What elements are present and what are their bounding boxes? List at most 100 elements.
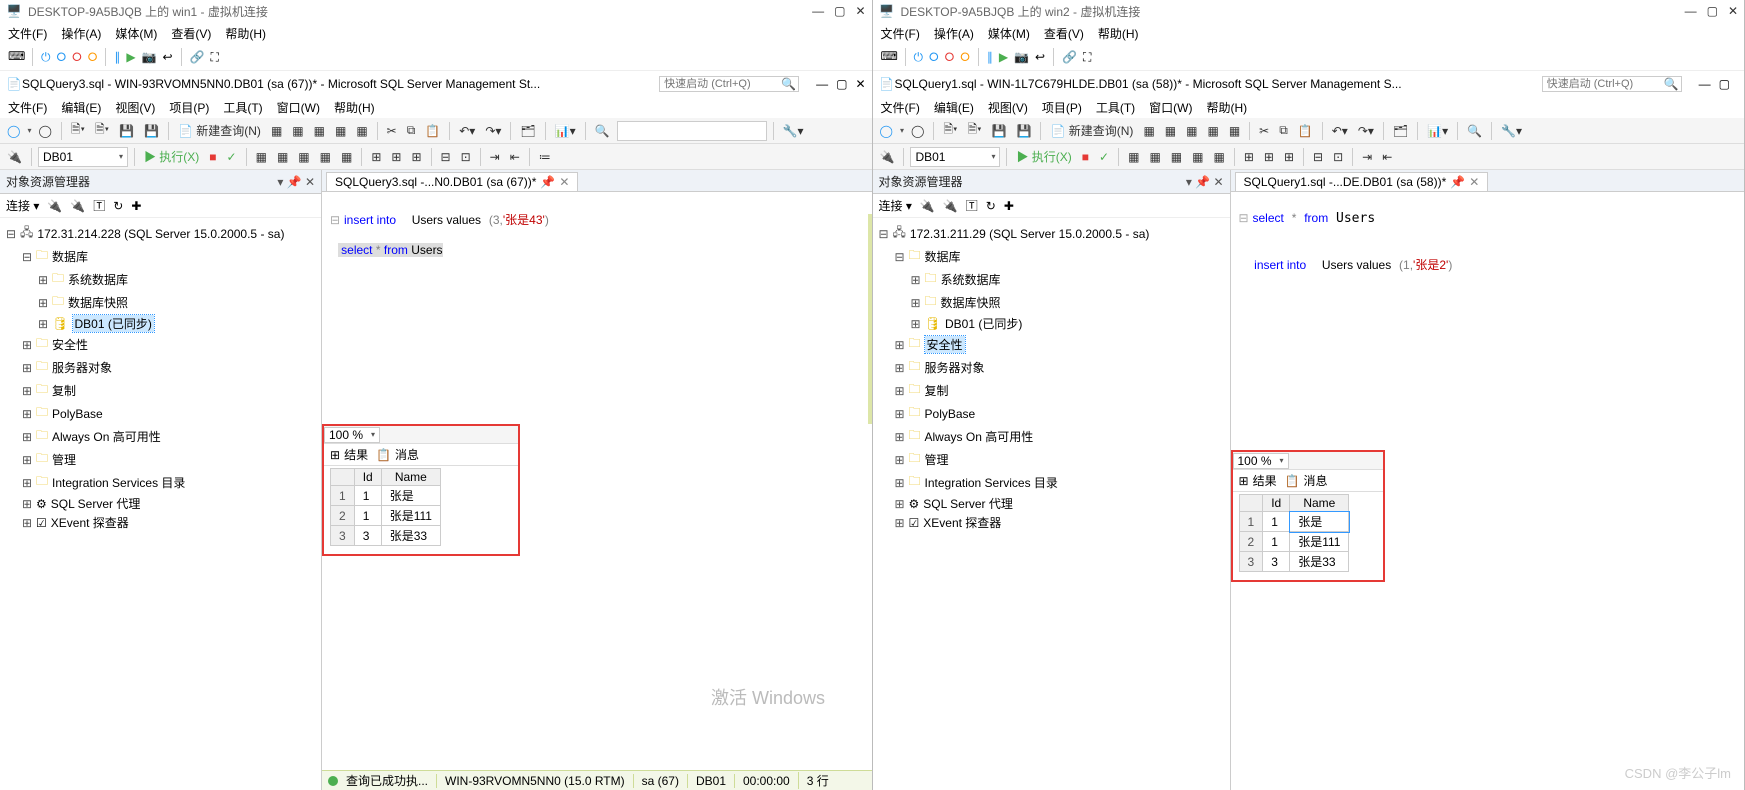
results-tab[interactable]: ⊞结果 (330, 446, 368, 463)
ssms-min-icon[interactable]: — (816, 77, 828, 91)
parse-icon[interactable]: ✓ (224, 150, 240, 164)
activity-icon[interactable]: 📊▾ (1424, 124, 1451, 138)
search-icon[interactable]: 🔍 (1664, 77, 1679, 91)
undo-icon[interactable]: ↶▾ (1329, 124, 1351, 138)
maximize-icon[interactable]: ▢ (1707, 4, 1718, 18)
menu-project[interactable]: 项目(P) (169, 99, 209, 116)
plan-icon[interactable]: ▦ (1125, 150, 1142, 164)
sql-editor[interactable]: ⊟select * from Users insert into Users v… (1231, 192, 1745, 450)
new-query-button[interactable]: 📄 新建查询(N) (1047, 122, 1136, 139)
redo-icon[interactable]: ↷▾ (1355, 124, 1377, 138)
include-plan-icon[interactable]: ▦ (317, 150, 334, 164)
tb-disconnect-icon[interactable]: 🔌 (70, 199, 85, 213)
tb-stop-icon[interactable]: 🅃 (93, 197, 105, 214)
minimize-icon[interactable]: — (812, 4, 824, 18)
databases-node[interactable]: ⊟🗀数据库 (2, 245, 319, 268)
outdent-icon[interactable]: ⇤ (507, 150, 523, 164)
save-all-icon[interactable]: 💾 (989, 124, 1010, 138)
undo-icon[interactable]: ↶▾ (456, 124, 478, 138)
tb-connect-icon[interactable]: 🔌 (47, 199, 62, 213)
back-icon[interactable]: ◯ (877, 124, 896, 138)
quick-launch-input[interactable] (659, 76, 799, 92)
solution-icon[interactable]: 🗂 (517, 124, 538, 138)
pin-icon[interactable]: ▾ 📌 ✕ (277, 175, 315, 189)
databases-node[interactable]: ⊟🗀数据库 (875, 245, 1228, 268)
connect-icon[interactable]: 🔌 (877, 150, 898, 164)
uncomment-icon[interactable]: ⊡ (458, 150, 474, 164)
ssms-min-icon[interactable]: — (1699, 77, 1711, 91)
results-grid[interactable]: IdName 11张是 21张是111 33张是33 (330, 468, 441, 546)
minimize-icon[interactable]: — (1685, 4, 1697, 18)
ssis-node[interactable]: ⊞🗀Integration Services 目录 (2, 471, 319, 494)
engine-query-icon[interactable]: ▦ (1140, 124, 1157, 138)
pause-icon[interactable]: ∥ (987, 50, 993, 64)
tb-disconnect-icon[interactable]: 🔌 (943, 199, 958, 213)
activity-icon[interactable]: 📊▾ (552, 124, 579, 138)
connect-dropdown[interactable]: 连接 ▾ (6, 197, 39, 214)
new-proj-icon[interactable]: 🗎▾ (940, 120, 960, 141)
server-node[interactable]: ⊟🖧172.31.214.228 (SQL Server 15.0.2000.5… (2, 222, 319, 245)
cut-icon[interactable]: ✂ (384, 124, 400, 138)
pause-icon[interactable]: ∥ (114, 50, 120, 64)
comment-icon[interactable]: ⊟ (1310, 150, 1326, 164)
quick-launch-input[interactable] (1542, 76, 1682, 92)
db01-node[interactable]: ⊞🛢DB01 (已同步) (2, 314, 319, 333)
menu-edit[interactable]: 编辑(E) (934, 99, 974, 116)
mdx-icon[interactable]: ▦ (311, 124, 328, 138)
vm-menu-view[interactable]: 查看(V) (171, 25, 211, 42)
menu-edit[interactable]: 编辑(E) (61, 99, 101, 116)
open-icon[interactable]: 🗎▾ (964, 120, 984, 141)
stop-button[interactable]: ■ (206, 150, 219, 164)
resume-icon[interactable]: ▶ (999, 50, 1008, 64)
vm-menu-help[interactable]: 帮助(H) (225, 25, 266, 42)
parse-icon[interactable]: ✓ (1096, 150, 1112, 164)
close-icon[interactable]: ✕ (855, 4, 865, 18)
revert-icon[interactable]: ↩ (1035, 50, 1045, 64)
plan-icon[interactable]: ▦ (253, 150, 270, 164)
xmla-icon[interactable]: ▦ (1226, 124, 1243, 138)
find-icon[interactable]: 🔍 (592, 124, 613, 138)
engine-query-icon[interactable]: ▦ (268, 124, 285, 138)
replication-node[interactable]: ⊞🗀复制 (2, 379, 319, 402)
start-icon[interactable]: ⏻ (41, 50, 51, 65)
stop-icon[interactable]: ⭘ (945, 50, 955, 65)
results-file-icon[interactable]: ⊞ (408, 150, 424, 164)
open-icon[interactable]: 🗎▾ (92, 120, 112, 141)
stats-icon[interactable]: ▦ (1168, 150, 1185, 164)
xmla-icon[interactable]: ▦ (353, 124, 370, 138)
copy-icon[interactable]: ⧉ (404, 123, 419, 138)
shutdown-icon[interactable]: ⭘ (929, 50, 939, 65)
xevent-node[interactable]: ⊞☑XEvent 探查器 (2, 513, 319, 532)
display-plan-icon[interactable]: ▦ (274, 150, 291, 164)
save-icon[interactable]: ⭘ (88, 50, 98, 65)
live-stats-icon[interactable]: ▦ (338, 150, 355, 164)
save-icon[interactable]: 💾 (141, 124, 162, 138)
ssms-max-icon[interactable]: ▢ (836, 77, 847, 91)
tools-icon[interactable]: 🔧▾ (1498, 124, 1525, 138)
results-grid-icon[interactable]: ⊞ (388, 150, 404, 164)
tab-close-icon[interactable]: ✕ (1469, 175, 1479, 189)
redo-icon[interactable]: ↷▾ (482, 124, 504, 138)
security-node[interactable]: ⊞🗀安全性 (2, 333, 319, 356)
menu-tools[interactable]: 工具(T) (223, 99, 262, 116)
tb-refresh-icon[interactable]: ✚ (1004, 199, 1014, 213)
results-grid-icon[interactable]: ⊞ (1261, 150, 1277, 164)
menu-view[interactable]: 视图(V) (988, 99, 1028, 116)
zoom-combo[interactable]: 100 %▾ (1233, 453, 1289, 469)
revert-icon[interactable]: ↩ (163, 50, 173, 64)
tb-connect-icon[interactable]: 🔌 (920, 199, 935, 213)
uncomment-icon[interactable]: ⊡ (1330, 150, 1346, 164)
results-file-icon[interactable]: ⊞ (1281, 150, 1297, 164)
tab-close-icon[interactable]: ✕ (559, 175, 569, 189)
indent-icon[interactable]: ⇥ (487, 150, 503, 164)
find-combo[interactable] (617, 121, 767, 141)
menu-help[interactable]: 帮助(H) (334, 99, 375, 116)
vm-menu-action[interactable]: 操作(A) (61, 25, 101, 42)
alwayson-node[interactable]: ⊞🗀Always On 高可用性 (2, 425, 319, 448)
editor-tab[interactable]: SQLQuery3.sql -...N0.DB01 (sa (67))*📌✕ (326, 172, 578, 191)
agent-node[interactable]: ⊞⚙SQL Server 代理 (2, 494, 319, 513)
connect-dropdown[interactable]: 连接 ▾ (879, 197, 912, 214)
messages-tab[interactable]: 📋消息 (376, 446, 419, 463)
sysdb-node[interactable]: ⊞🗀系统数据库 (2, 268, 319, 291)
cut-icon[interactable]: ✂ (1256, 124, 1272, 138)
